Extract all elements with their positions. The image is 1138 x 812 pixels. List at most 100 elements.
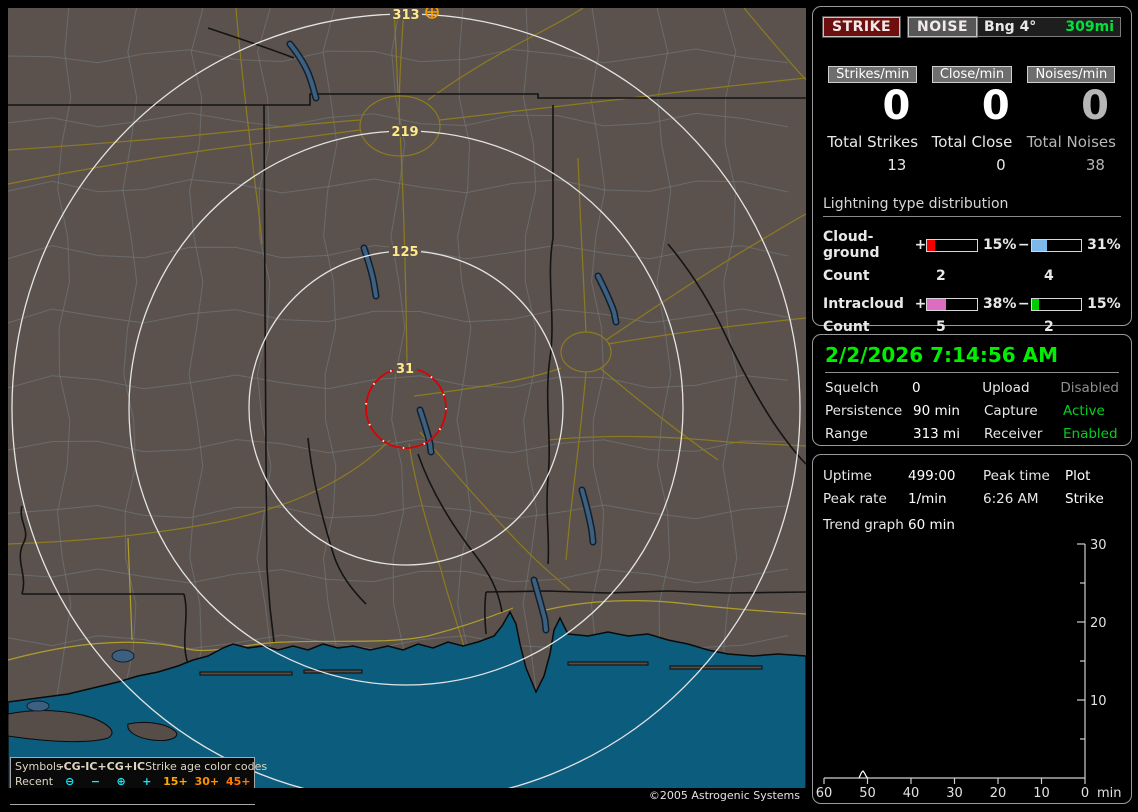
y-tick-30: 30	[1090, 538, 1107, 553]
noises-per-min-value: 0	[1081, 83, 1109, 129]
noises-column: Noises/min 0 Total Noises 38	[1022, 63, 1121, 174]
uptime-value: 499:00	[908, 468, 956, 484]
total-strikes-label: Total Strikes	[827, 133, 919, 151]
copyright-text: ©2005 Astrogenic Systems	[8, 788, 806, 804]
neg-ic-bar	[1030, 297, 1083, 311]
plus-sign: +	[914, 296, 927, 312]
capture-status: Active	[1063, 403, 1105, 419]
minus-sign: −	[1017, 296, 1030, 312]
cloud-ground-row: Cloud-ground + 15% − 31%	[823, 229, 1121, 261]
age-code: 30+	[194, 775, 220, 788]
noises-per-min-button[interactable]: Noises/min	[1027, 66, 1116, 83]
status-row: Squelch 0 Upload Disabled	[825, 380, 1119, 396]
neg-cg-bar	[1030, 238, 1083, 252]
total-noises-value: 38	[1085, 156, 1105, 174]
y-tick-10: 10	[1090, 694, 1107, 709]
receiver-status: Enabled	[1063, 426, 1118, 442]
trend-panel: Uptime 499:00 Peak time Plot Peak rate 1…	[812, 454, 1132, 804]
legend-header-pos-cg: +CG	[97, 760, 124, 773]
lightning-type-distribution: Lightning type distribution Cloud-ground…	[823, 196, 1121, 335]
range-ring-label: 125	[391, 245, 418, 260]
status-row: Range 313 mi Receiver Enabled	[825, 426, 1119, 442]
legend-header-pos-ic: +IC	[123, 760, 146, 773]
lightning-map[interactable]: 313 219 125 31 Symbols -CG -IC +CG +IC S…	[8, 8, 806, 805]
legend-age-title: Strike age color codes	[145, 760, 268, 773]
persistence-value: 90 min	[913, 403, 960, 419]
legend-header-neg-ic: -IC	[80, 760, 98, 773]
squelch-value: 0	[912, 380, 921, 396]
intracloud-count-row: Count 5 2	[823, 319, 1121, 335]
age-code: 45+	[225, 775, 251, 788]
bearing-range-display: Bng 4° 309mi	[977, 17, 1122, 37]
strike-toggle-button[interactable]: STRIKE	[821, 16, 902, 38]
neg-ic-count: 2	[1044, 319, 1054, 335]
total-strikes-value: 13	[887, 156, 907, 174]
upload-status: Disabled	[1060, 380, 1119, 396]
strikes-column: Strikes/min 0 Total Strikes 13	[823, 63, 922, 174]
trend-graph-row: Trend graph 60 min	[823, 517, 1121, 533]
pos-ic-count: 5	[936, 319, 946, 335]
upload-label: Upload	[982, 380, 1030, 396]
age-code: 15+	[163, 775, 188, 788]
x-tick-30: 30	[946, 786, 963, 801]
trend-graph-window: 60 min	[908, 517, 955, 533]
trend-graph-label: Trend graph	[823, 517, 904, 533]
neg-ic-percent: 15%	[1087, 296, 1121, 312]
x-tick-0: 0	[1081, 786, 1089, 801]
persistence-label: Persistence	[825, 403, 903, 419]
x-tick-40: 40	[903, 786, 920, 801]
x-axis-unit: min	[1097, 786, 1122, 801]
map-svg: 313 219 125 31	[8, 8, 806, 804]
range-ring-label: 31	[396, 362, 414, 377]
strikes-per-min-value: 0	[882, 83, 911, 129]
distribution-title: Lightning type distribution	[823, 196, 1121, 217]
total-close-label: Total Close	[931, 133, 1013, 151]
x-tick-50: 50	[859, 786, 876, 801]
range-ring-label: 313	[392, 8, 419, 23]
close-per-min-value: 0	[981, 83, 1010, 129]
neg-cg-recent-icon: ⊖	[65, 775, 75, 788]
strike-stats-panel: STRIKE NOISE Bng 4° 309mi Strikes/min 0 …	[812, 6, 1132, 335]
legend-header-symbols: Symbols	[15, 760, 62, 773]
plot-mode-value: Strike	[1065, 491, 1104, 507]
minus-sign: −	[1017, 237, 1030, 253]
total-noises-label: Total Noises	[1026, 133, 1116, 151]
total-close-value: 0	[996, 156, 1006, 174]
uptime-label: Uptime	[823, 468, 872, 484]
x-tick-20: 20	[990, 786, 1007, 801]
peak-time-value: 6:26 AM	[983, 491, 1039, 507]
range-value: 313 mi	[913, 426, 960, 442]
peak-time-label: Peak time	[983, 468, 1050, 484]
strikes-per-min-button[interactable]: Strikes/min	[828, 66, 918, 83]
cloud-ground-count-row: Count 2 4	[823, 268, 1121, 284]
noise-toggle-button[interactable]: NOISE	[907, 16, 979, 38]
system-status-panel: 2/2/2026 7:14:56 AM Squelch 0 Upload Dis…	[812, 334, 1132, 446]
squelch-label: Squelch	[825, 380, 879, 396]
count-label: Count	[823, 268, 870, 284]
uptime-row: Uptime 499:00 Peak time Plot	[823, 468, 1121, 484]
peak-rate-label: Peak rate	[823, 491, 887, 507]
neg-cg-count: 4	[1044, 268, 1054, 284]
neg-ic-recent-icon: −	[90, 775, 101, 788]
pos-ic-percent: 38%	[982, 296, 1017, 312]
lightning-tracker-app: { "stats": { "strike_button": "STRIKE", …	[0, 0, 1138, 812]
intracloud-row: Intracloud + 38% − 15%	[823, 296, 1121, 312]
range-label: Range	[825, 426, 868, 442]
neg-cg-percent: 31%	[1087, 237, 1121, 253]
pos-ic-recent-icon: +	[142, 775, 152, 788]
bearing-label: Bng 4°	[984, 19, 1037, 35]
x-tick-10: 10	[1033, 786, 1050, 801]
datetime-display: 2/2/2026 7:14:56 AM	[825, 343, 1119, 373]
close-column: Close/min 0 Total Close 0	[922, 63, 1021, 174]
close-per-min-button[interactable]: Close/min	[931, 66, 1013, 83]
pos-cg-percent: 15%	[982, 237, 1017, 253]
range-ring-label: 219	[391, 125, 418, 140]
legend-row-label: Recent	[15, 775, 54, 788]
pos-cg-recent-icon: ⊕	[116, 775, 126, 788]
trend-spike	[858, 770, 868, 779]
peak-rate-value: 1/min	[908, 491, 947, 507]
status-row: Persistence 90 min Capture Active	[825, 403, 1119, 419]
y-tick-20: 20	[1090, 616, 1107, 631]
cloud-ground-label: Cloud-ground	[823, 229, 880, 261]
pos-cg-bar	[926, 238, 978, 252]
